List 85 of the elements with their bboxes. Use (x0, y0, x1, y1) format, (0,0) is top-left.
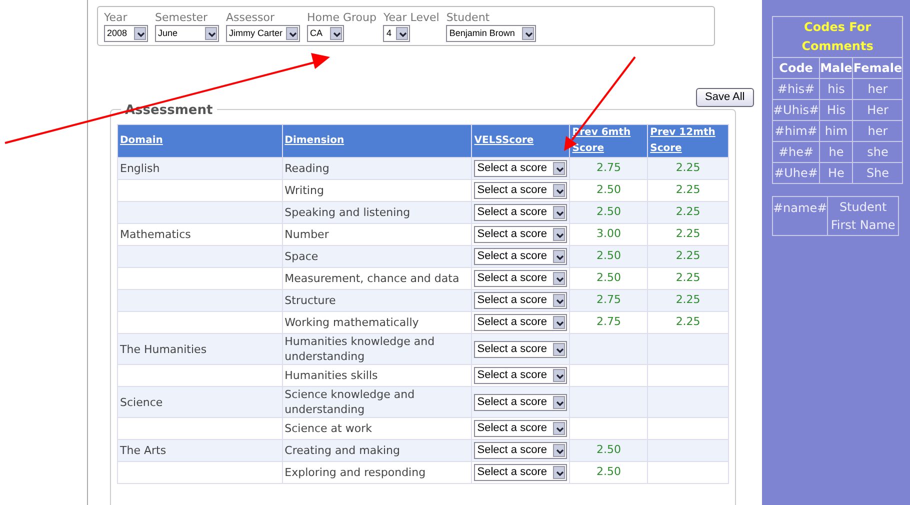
score-cell: 2.25 (676, 249, 700, 262)
table-cell: #he# (778, 145, 814, 159)
table-cell: Mathematics (120, 228, 191, 241)
table-cell: him (824, 124, 848, 138)
table-cell: He (828, 166, 844, 180)
filter-label: Assessor (226, 11, 276, 25)
score-cell: 2.25 (676, 271, 700, 284)
column-header: Code (779, 61, 813, 75)
score-select[interactable]: Select a score (474, 270, 568, 287)
table-cell: Student First Name (830, 200, 896, 232)
table-cell: Working mathematically (284, 316, 419, 329)
table-cell: Number (284, 228, 329, 241)
filter-label: Student (446, 11, 491, 25)
filter-label: Year Level (383, 11, 440, 25)
filter-label: Semester (155, 11, 209, 25)
score-cell: 2.50 (596, 249, 621, 262)
score-select[interactable]: Select a score (474, 420, 568, 437)
score-cell: 2.75 (596, 161, 621, 174)
table-cell: #Uhe# (774, 166, 818, 180)
filter-select[interactable]: 2008 (104, 25, 148, 42)
codes-title: Codes For Comments (802, 20, 874, 53)
table-cell: her (868, 124, 888, 138)
table-cell: Humanities knowledge and understanding (284, 335, 435, 363)
table-cell: Science knowledge and understanding (284, 388, 415, 416)
score-select[interactable]: Select a score (474, 464, 568, 481)
score-select[interactable]: Select a score (474, 340, 568, 358)
column-header: Female (853, 61, 902, 75)
table-cell: his (828, 82, 845, 96)
filter-select[interactable]: Jimmy Carter (226, 25, 300, 42)
score-cell: 2.50 (596, 183, 621, 196)
score-select[interactable]: Select a score (474, 160, 568, 177)
table-cell: Space (284, 250, 318, 263)
score-select[interactable]: Select a score (474, 442, 568, 459)
save-all-button[interactable]: Save All (696, 88, 754, 107)
filter-select[interactable]: Benjamin Brown (446, 25, 536, 42)
table-cell: Speaking and listening (284, 206, 410, 219)
filter-select[interactable]: June (155, 25, 219, 42)
score-select[interactable]: Select a score (474, 226, 568, 243)
score-cell: 2.50 (596, 465, 621, 478)
table-cell: her (868, 82, 888, 96)
filter-label: Home Group (307, 11, 376, 25)
score-cell: 2.25 (676, 293, 700, 306)
score-cell: 3.00 (596, 227, 621, 240)
score-cell: 2.50 (596, 443, 621, 456)
table-cell: Measurement, chance and data (284, 272, 460, 285)
score-cell: 2.25 (676, 227, 700, 240)
score-select[interactable]: Select a score (474, 394, 568, 410)
table-cell: #Uhis# (773, 103, 820, 117)
table-cell: The Arts (120, 444, 166, 457)
table-cell: Science at work (284, 422, 372, 435)
table-cell: he (828, 145, 844, 159)
table-cell: Creating and making (284, 444, 400, 457)
score-select[interactable]: Select a score (474, 367, 568, 384)
filter-label: Year (104, 11, 128, 25)
table-cell: #him# (774, 124, 818, 138)
score-select[interactable]: Select a score (474, 292, 568, 309)
column-header: Male (820, 61, 852, 75)
score-select[interactable]: Select a score (474, 314, 568, 331)
filter-select[interactable]: CA (307, 25, 344, 42)
score-cell: 2.25 (676, 315, 700, 328)
score-cell: 2.25 (676, 205, 700, 218)
score-select[interactable]: Select a score (474, 182, 568, 199)
score-select[interactable]: Select a score (474, 248, 568, 265)
table-cell: she (867, 145, 888, 159)
filter-select[interactable]: 4 (383, 25, 410, 42)
table-cell: #his# (777, 82, 815, 96)
table-cell: Exploring and responding (284, 466, 426, 479)
score-cell: 2.75 (596, 293, 621, 306)
table-cell: Structure (284, 294, 336, 307)
table-cell: #name# (773, 201, 828, 215)
table-cell: Writing (284, 184, 324, 197)
table-cell: She (866, 166, 890, 180)
table-cell: Her (867, 103, 888, 117)
table-cell: Reading (284, 162, 330, 175)
score-cell: 2.75 (596, 315, 621, 328)
table-cell: His (826, 103, 846, 117)
score-cell: 2.50 (596, 271, 621, 284)
table-cell: The Humanities (120, 342, 207, 356)
score-cell: 2.25 (676, 161, 700, 174)
score-select[interactable]: Select a score (474, 204, 568, 221)
table-cell: Humanities skills (284, 369, 378, 382)
score-cell: 2.50 (596, 205, 621, 218)
table-cell: English (120, 162, 160, 175)
table-cell: Science (120, 396, 163, 408)
score-cell: 2.25 (676, 183, 700, 196)
